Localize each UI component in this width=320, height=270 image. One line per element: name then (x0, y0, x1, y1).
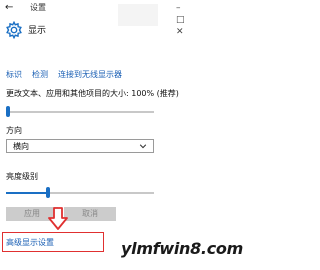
scale-slider-thumb[interactable] (6, 106, 10, 117)
window-title: 设置 (30, 3, 46, 12)
wireless-display-link[interactable]: 连接到无线显示器 (58, 70, 122, 79)
page-title: 显示 (28, 26, 47, 36)
scale-label: 更改文本、应用和其他项目的大小: 100% (推荐) (6, 89, 179, 98)
cancel-button[interactable]: 取消 (64, 207, 116, 221)
window-controls[interactable]: – □ ✕ (176, 2, 242, 38)
orientation-dropdown[interactable]: 横向 (6, 139, 154, 153)
brightness-slider-fill (6, 192, 47, 194)
display-links: 标识 检测 连接到无线显示器 (6, 70, 132, 80)
blurred-region (118, 4, 158, 26)
gear-icon (6, 21, 22, 39)
detect-link[interactable]: 检测 (32, 70, 48, 79)
brightness-slider-thumb[interactable] (46, 187, 51, 198)
watermark: ylmfwin8.com (121, 239, 243, 258)
advanced-display-settings-link[interactable]: 高级显示设置 (6, 238, 54, 248)
chevron-down-icon (139, 144, 147, 149)
brightness-label: 亮度级别 (6, 172, 38, 181)
down-arrow-icon (48, 207, 68, 230)
orientation-selected-value: 横向 (13, 142, 29, 151)
orientation-label: 方向 (6, 126, 22, 135)
back-button[interactable]: ← (5, 2, 13, 14)
identify-link[interactable]: 标识 (6, 70, 22, 79)
scale-slider-track[interactable] (6, 111, 154, 113)
